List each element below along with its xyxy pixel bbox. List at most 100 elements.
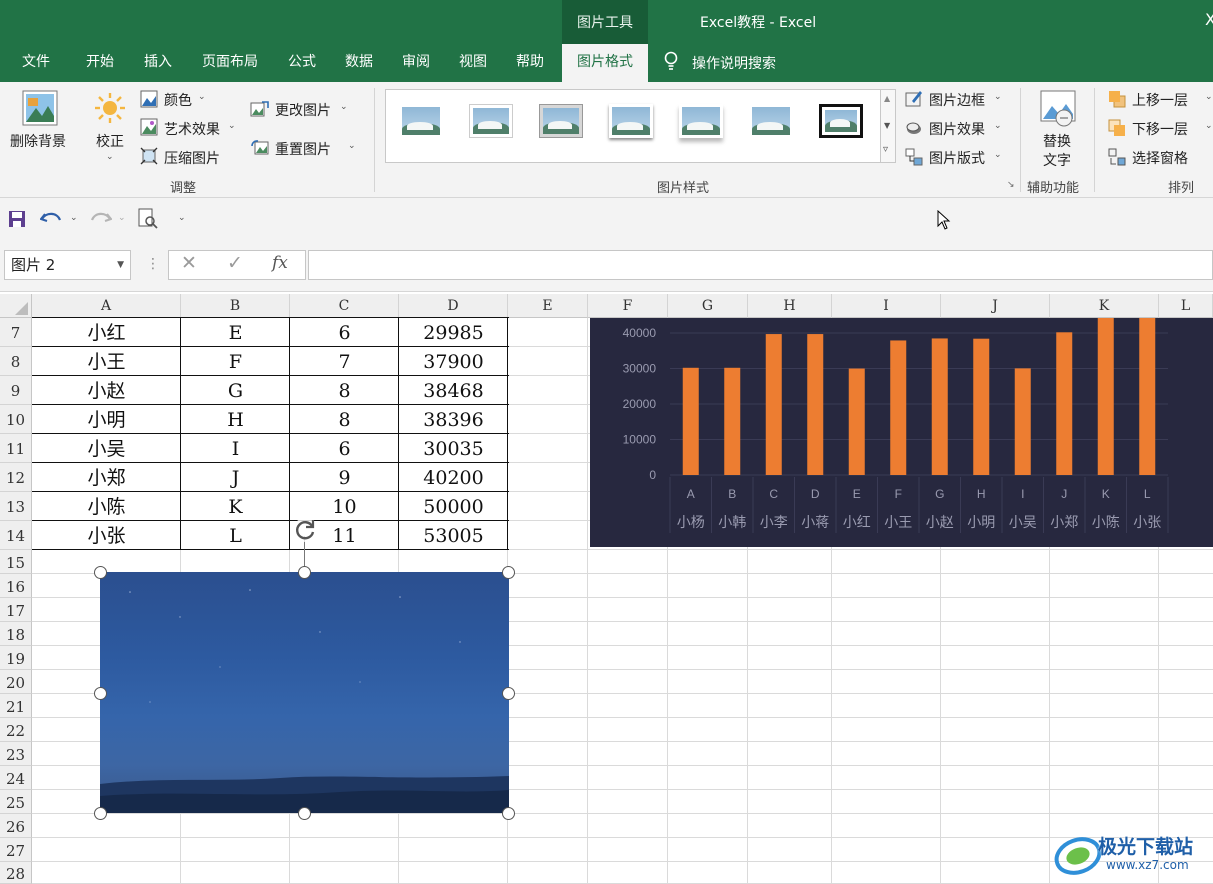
row-header[interactable]: 25	[0, 790, 32, 814]
table-cell[interactable]: E	[181, 318, 290, 347]
table-cell[interactable]: I	[181, 434, 290, 463]
resize-handle-t[interactable]	[298, 566, 311, 579]
column-header[interactable]: C	[290, 294, 399, 318]
dialog-launcher-icon[interactable]: ↘	[1007, 180, 1015, 190]
table-cell[interactable]: 37900	[399, 347, 508, 376]
table-cell[interactable]: 小张	[32, 521, 181, 550]
row-header[interactable]: 17	[0, 598, 32, 622]
cancel-icon[interactable]: ✕	[181, 252, 197, 274]
row-header[interactable]: 28	[0, 862, 32, 884]
rotate-handle-icon[interactable]	[291, 516, 319, 544]
tab-view[interactable]: 视图	[445, 44, 501, 82]
selected-picture[interactable]	[100, 572, 509, 813]
artistic-effects-button[interactable]: 艺术效果	[164, 119, 220, 139]
column-header[interactable]: I	[832, 294, 941, 318]
tab-picture-format[interactable]: 图片格式	[562, 44, 648, 82]
alt-text-icon[interactable]	[1040, 90, 1076, 128]
chevron-down-icon[interactable]: ▼	[117, 251, 124, 279]
table-cell[interactable]: 53005	[399, 521, 508, 550]
row-header[interactable]: 15	[0, 550, 32, 574]
column-header[interactable]: K	[1050, 294, 1159, 318]
table-cell[interactable]: 小赵	[32, 376, 181, 405]
resize-handle-tl[interactable]	[94, 566, 107, 579]
table-cell[interactable]: 小陈	[32, 492, 181, 521]
row-header[interactable]: 10	[0, 405, 32, 434]
table-cell[interactable]: 6	[290, 434, 399, 463]
scroll-up-icon[interactable]: ▲	[884, 94, 890, 103]
color-button[interactable]: 颜色	[164, 90, 192, 110]
gallery-scroll[interactable]: ▲ ▼ ▿	[880, 89, 896, 163]
row-header[interactable]: 7	[0, 318, 32, 347]
resize-handle-bl[interactable]	[94, 807, 107, 820]
table-cell[interactable]: 40200	[399, 463, 508, 492]
resize-handle-b[interactable]	[298, 807, 311, 820]
undo-icon[interactable]	[39, 208, 64, 230]
picture-style-thumb[interactable]	[609, 104, 653, 138]
column-header[interactable]: F	[588, 294, 668, 318]
table-cell[interactable]: 30035	[399, 434, 508, 463]
table-cell[interactable]: 38468	[399, 376, 508, 405]
table-cell[interactable]: H	[181, 405, 290, 434]
row-header[interactable]: 21	[0, 694, 32, 718]
picture-style-thumb[interactable]	[399, 104, 443, 138]
picture-style-thumb[interactable]	[469, 104, 513, 138]
row-header[interactable]: 13	[0, 492, 32, 521]
picture-layout-button[interactable]: 图片版式	[929, 148, 985, 168]
column-header[interactable]: L	[1159, 294, 1213, 318]
row-header[interactable]: 22	[0, 718, 32, 742]
row-header[interactable]: 18	[0, 622, 32, 646]
row-header[interactable]: 24	[0, 766, 32, 790]
gallery-expand-icon[interactable]: ▿	[883, 144, 888, 155]
column-header[interactable]: G	[668, 294, 748, 318]
alt-text-button-line2[interactable]: 文字	[1043, 150, 1071, 170]
redo-icon[interactable]	[88, 208, 113, 230]
column-header[interactable]: B	[181, 294, 290, 318]
table-cell[interactable]: K	[181, 492, 290, 521]
bar-chart[interactable]: 40000 30000 20000 10000 0 A 小杨 B 小韩 C 小李 D 小蒋 E 小红 F 小王 G…	[590, 318, 1213, 547]
customize-qat-icon[interactable]: ⌄	[178, 213, 186, 223]
resize-handle-br[interactable]	[502, 807, 515, 820]
picture-style-thumb[interactable]	[539, 104, 583, 138]
row-header[interactable]: 14	[0, 521, 32, 550]
tab-home[interactable]: 开始	[72, 44, 128, 82]
picture-style-thumb[interactable]	[819, 104, 863, 138]
row-header[interactable]: 12	[0, 463, 32, 492]
tab-formulas[interactable]: 公式	[274, 44, 330, 82]
table-cell[interactable]: F	[181, 347, 290, 376]
table-cell[interactable]: 6	[290, 318, 399, 347]
picture-effects-button[interactable]: 图片效果	[929, 119, 985, 139]
column-header[interactable]: H	[748, 294, 832, 318]
picture-border-button[interactable]: 图片边框	[929, 90, 985, 110]
close-button[interactable]: X	[1205, 10, 1213, 29]
table-cell[interactable]: 29985	[399, 318, 508, 347]
tab-insert[interactable]: 插入	[130, 44, 186, 82]
resize-handle-r[interactable]	[502, 687, 515, 700]
tab-help[interactable]: 帮助	[502, 44, 558, 82]
table-cell[interactable]: 7	[290, 347, 399, 376]
insert-function-button[interactable]: fx	[272, 253, 288, 273]
column-header[interactable]: A	[32, 294, 181, 318]
tab-page-layout[interactable]: 页面布局	[190, 44, 270, 82]
chevron-down-icon[interactable]: ⌄	[118, 213, 126, 223]
row-header[interactable]: 16	[0, 574, 32, 598]
table-cell[interactable]: L	[181, 521, 290, 550]
table-cell[interactable]: 小吴	[32, 434, 181, 463]
formula-input[interactable]	[308, 250, 1213, 280]
alt-text-button[interactable]: 替换	[1043, 131, 1071, 151]
select-all-corner[interactable]	[0, 294, 32, 318]
send-backward-button[interactable]: 下移一层	[1132, 119, 1188, 139]
table-cell[interactable]: 38396	[399, 405, 508, 434]
name-box[interactable]: 图片 2 ▼	[4, 250, 131, 280]
picture-style-thumb[interactable]	[749, 104, 793, 138]
tell-me-search[interactable]: 操作说明搜索	[664, 50, 804, 76]
reset-picture-button[interactable]: 重置图片	[275, 139, 331, 159]
selection-pane-button[interactable]: 选择窗格	[1132, 148, 1188, 168]
table-cell[interactable]: 8	[290, 405, 399, 434]
table-cell[interactable]: 50000	[399, 492, 508, 521]
table-cell[interactable]: 小王	[32, 347, 181, 376]
table-cell[interactable]: 小红	[32, 318, 181, 347]
picture-style-thumb[interactable]	[679, 104, 723, 138]
table-cell[interactable]: 小郑	[32, 463, 181, 492]
sun-icon[interactable]	[94, 92, 126, 124]
row-header[interactable]: 19	[0, 646, 32, 670]
